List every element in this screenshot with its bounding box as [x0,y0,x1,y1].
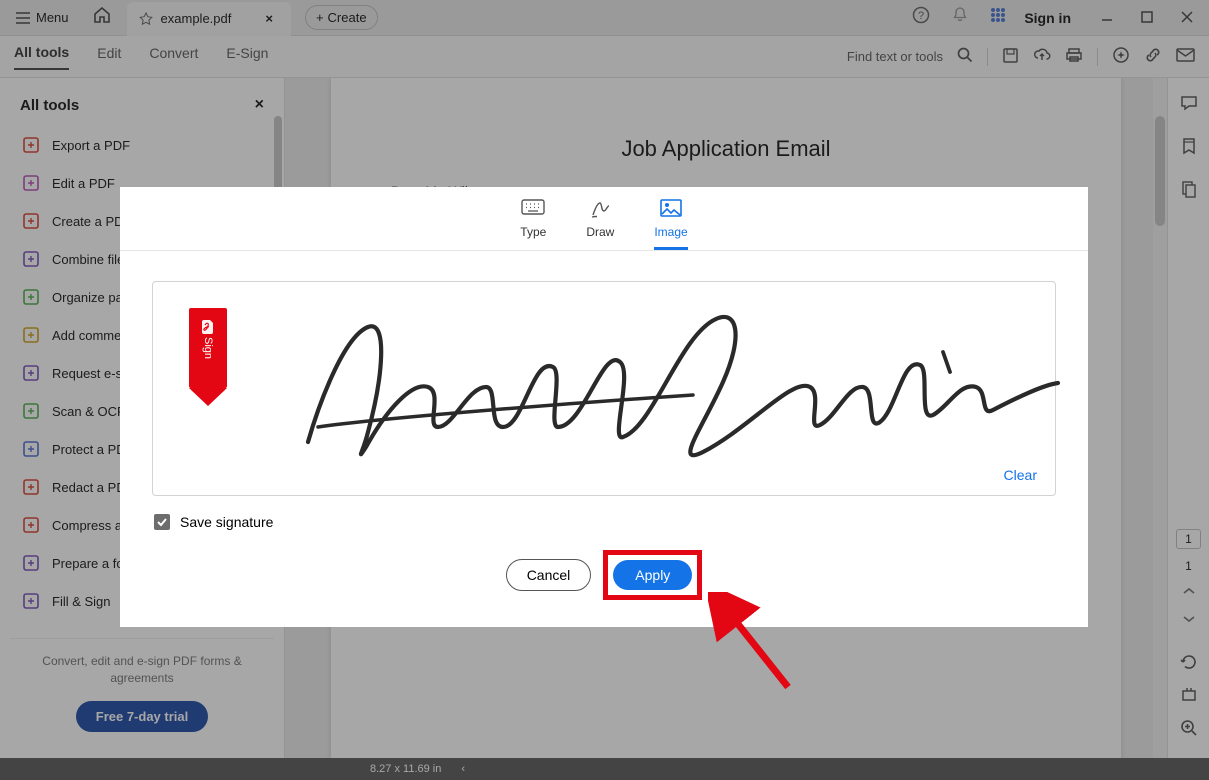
image-icon [660,199,682,217]
ribbon-label: Sign [202,337,214,359]
modal-tab-image[interactable]: Image [654,199,687,250]
signature-image [248,287,1068,477]
sign-ribbon: Sign [189,308,227,388]
save-signature-checkbox[interactable] [154,514,170,530]
save-signature-label: Save signature [180,514,273,530]
keyboard-icon [521,199,545,215]
clear-button[interactable]: Clear [1004,467,1037,483]
modal-buttons: Cancel Apply [120,550,1088,600]
modal-tab-draw[interactable]: Draw [586,199,614,250]
modal-tabs: Type Draw Image [120,187,1088,251]
modal-tab-type[interactable]: Type [520,199,546,250]
apply-highlight: Apply [603,550,702,600]
apply-button[interactable]: Apply [613,560,692,590]
signature-modal: Type Draw Image Sign Clear Save signatur… [120,187,1088,627]
signature-preview-box: Sign Clear [152,281,1056,496]
cancel-button[interactable]: Cancel [506,559,592,591]
save-signature-row: Save signature [120,496,1088,530]
pen-icon [589,199,611,219]
